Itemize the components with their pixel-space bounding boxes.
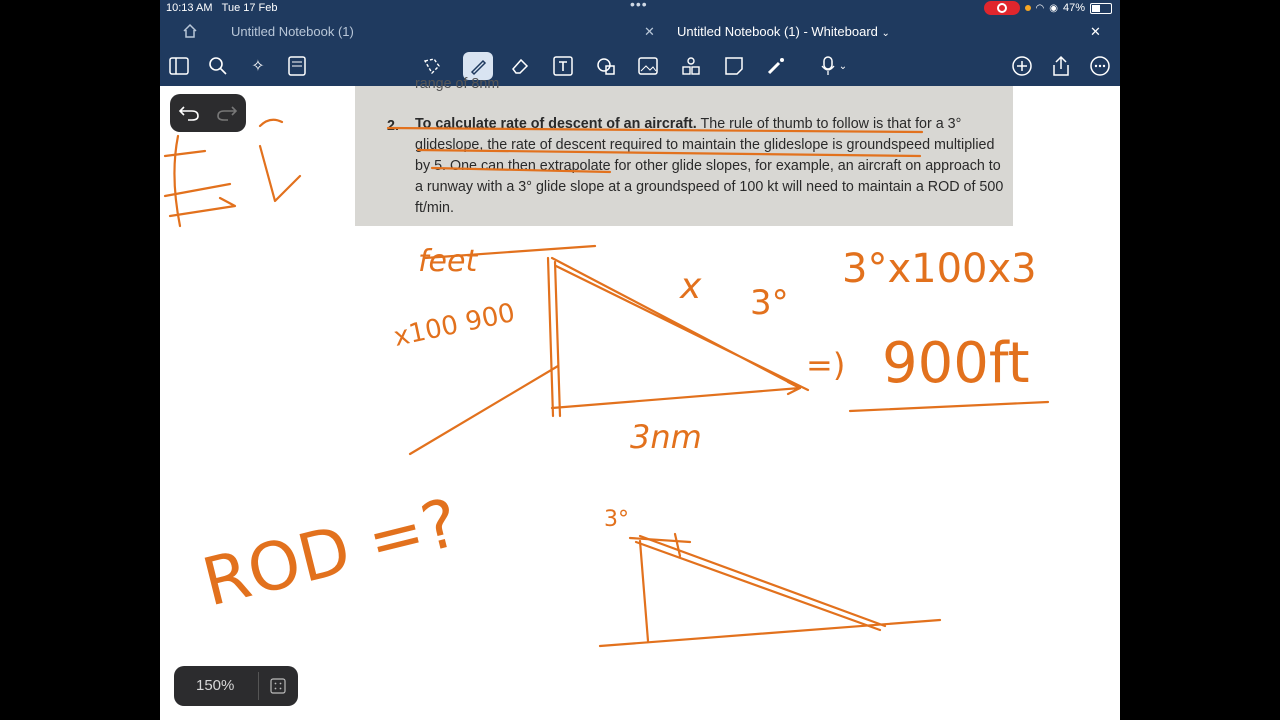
ink-triangle2-mark xyxy=(628,532,692,558)
image-icon[interactable] xyxy=(633,52,663,80)
ink-triangle2-left xyxy=(638,539,650,643)
battery-icon xyxy=(1090,2,1112,14)
ink-base: 3nm xyxy=(630,418,702,456)
mic-in-use-icon xyxy=(1024,5,1031,11)
ink-small-angle: 3° xyxy=(604,507,629,532)
ink-underline-3 xyxy=(430,166,612,174)
close-icon[interactable]: ✕ xyxy=(1090,18,1101,46)
tab-notebook[interactable]: Untitled Notebook (1) xyxy=(231,18,354,46)
ai-sparkle-icon[interactable]: ✧ xyxy=(243,52,273,80)
home-icon[interactable] xyxy=(182,23,198,39)
ink-result: 900ft xyxy=(882,331,1030,396)
notes-icon[interactable] xyxy=(282,52,312,80)
ink-three-deg: 3° xyxy=(750,283,789,323)
ink-triangle-base xyxy=(550,380,802,410)
ink-feet: feet xyxy=(418,244,478,279)
ink-underline-1 xyxy=(386,126,924,134)
zoom-level[interactable]: 150% xyxy=(196,677,234,694)
close-icon[interactable]: ✕ xyxy=(644,18,655,46)
multitasking-dots[interactable]: ••• xyxy=(630,0,648,12)
undo-icon[interactable] xyxy=(178,104,200,122)
battery-percent: 47% xyxy=(1062,2,1085,14)
microphone-icon[interactable]: ⌄ xyxy=(812,52,856,80)
ink-scribble-left xyxy=(163,118,302,228)
share-icon[interactable] xyxy=(1046,52,1076,80)
ipad-screen: 10:13 AM Tue 17 Feb ••• ◠ ◉ 47% Untitled… xyxy=(160,0,1120,720)
elements-icon[interactable] xyxy=(676,52,706,80)
sidebar-icon[interactable] xyxy=(164,52,194,80)
ink-x: x xyxy=(679,266,702,307)
zoom-control[interactable]: 150% xyxy=(174,666,298,706)
shapes-icon[interactable] xyxy=(591,52,621,80)
eraser-icon[interactable] xyxy=(505,52,535,80)
status-bar: 10:13 AM Tue 17 Feb ••• ◠ ◉ 47% xyxy=(160,0,1120,18)
ink-diagonal xyxy=(408,364,560,456)
ink-left-values: x100 900 xyxy=(391,298,517,353)
zoom-divider xyxy=(258,672,259,700)
orientation-lock-icon: ◉ xyxy=(1049,2,1058,14)
whiteboard-canvas[interactable]: range of 8nm 2. To calculate rate of des… xyxy=(160,76,1120,720)
tab-bar: Untitled Notebook (1) ✕ Untitled Noteboo… xyxy=(160,18,1120,46)
wifi-icon: ◠ xyxy=(1035,2,1045,14)
laser-pointer-icon[interactable] xyxy=(761,52,791,80)
screen-recording-icon[interactable] xyxy=(983,1,1020,15)
ink-implies: =) xyxy=(806,346,845,384)
redo-icon[interactable] xyxy=(216,104,238,122)
ink-underline-2 xyxy=(416,148,922,158)
chevron-down-icon[interactable]: ⌄ xyxy=(882,28,890,39)
tab-whiteboard[interactable]: Untitled Notebook (1) - Whiteboard ⌄ xyxy=(677,18,890,46)
more-icon[interactable] xyxy=(1085,52,1115,80)
text-tool-icon[interactable] xyxy=(548,52,578,80)
ink-triangle2-hyp xyxy=(634,534,887,632)
chevron-down-icon[interactable]: ⌄ xyxy=(839,61,847,72)
status-right: ◠ ◉ 47% xyxy=(983,1,1112,15)
status-time: 10:13 AM Tue 17 Feb xyxy=(166,2,278,14)
sticky-note-icon[interactable] xyxy=(719,52,749,80)
undo-redo-control xyxy=(170,94,246,132)
ink-triangle-left xyxy=(546,256,562,418)
add-icon[interactable] xyxy=(1007,52,1037,80)
search-icon[interactable] xyxy=(203,52,233,80)
ink-triangle2-base xyxy=(598,618,942,648)
ink-formula: 3°x100x3 xyxy=(842,246,1037,292)
grid-icon[interactable] xyxy=(270,678,286,694)
handwriting-layer: feet x 3° 3°x100x3 =) 900ft x100 900 3nm… xyxy=(163,118,1050,648)
ink-rod: ROD =? xyxy=(195,484,466,622)
toolbar: ✧ ⌄ xyxy=(160,46,1120,86)
ink-result-underline xyxy=(848,400,1050,413)
